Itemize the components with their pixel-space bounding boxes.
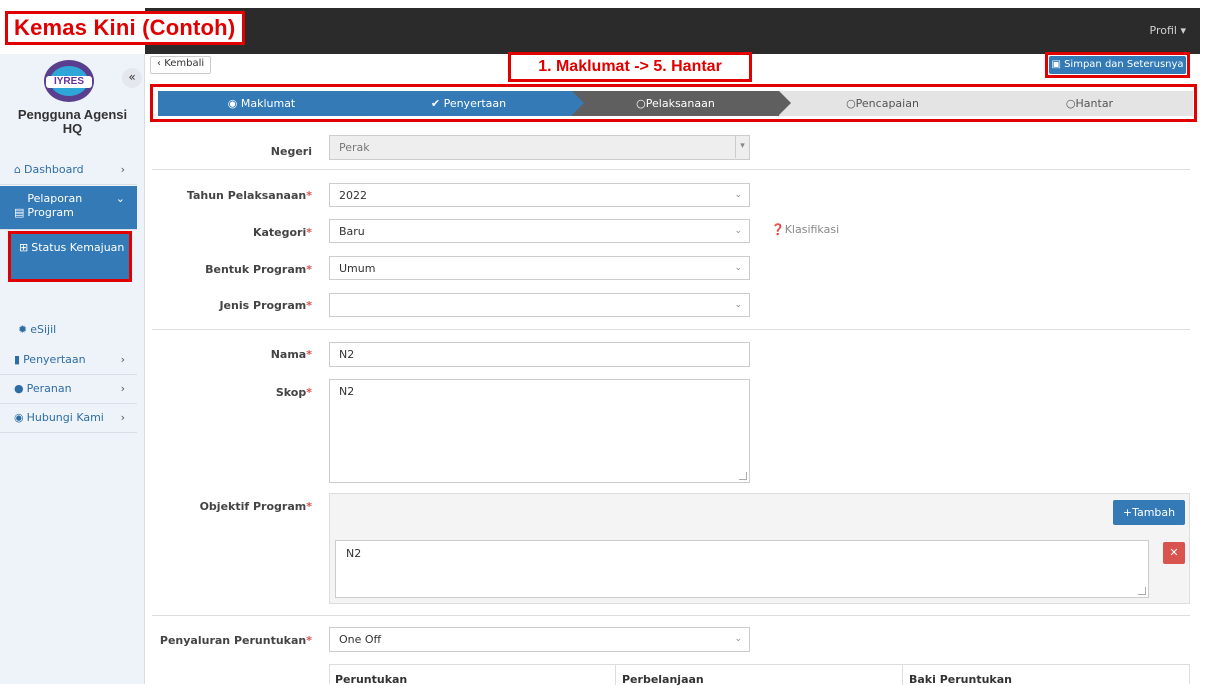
right-edge bbox=[1201, 8, 1207, 684]
step-pelaksanaan[interactable]: ○Pelaksanaan bbox=[572, 91, 791, 116]
step-penyertaan[interactable]: ✔ Penyertaan bbox=[365, 91, 584, 116]
divider bbox=[152, 169, 1190, 170]
penyaluran-peruntukan-label: Penyaluran Peruntukan* bbox=[159, 634, 312, 647]
sidebar-item-dashboard[interactable]: ⌂ Dashboard › bbox=[0, 157, 137, 185]
klasifikasi-link[interactable]: ❓Klasifikasi bbox=[771, 223, 839, 236]
annotation-title: Kemas Kini (Contoh) bbox=[14, 15, 236, 40]
plus-icon: + bbox=[1122, 506, 1133, 519]
circle-icon: ○ bbox=[636, 97, 646, 110]
chat-icon: ◉ bbox=[14, 411, 24, 424]
question-circle-icon: ❓ bbox=[771, 223, 785, 236]
negeri-label: Negeri bbox=[270, 145, 312, 158]
table-icon: ⊞ bbox=[19, 241, 29, 254]
iyres-logo: IYRES bbox=[44, 60, 94, 102]
chevron-down-icon: ⌄ bbox=[734, 263, 742, 273]
sidebar-item-esijil[interactable]: ✹ eSijil bbox=[0, 317, 137, 345]
column-header-perbelanjaan: Perbelanjaan bbox=[622, 673, 704, 686]
back-button[interactable]: ‹ Kembali bbox=[150, 56, 212, 74]
chevron-right-icon: › bbox=[120, 163, 125, 176]
annotation-steps-note: 1. Maklumat -> 5. Hantar bbox=[538, 58, 722, 75]
save-and-continue-button[interactable]: ▣ Simpan dan Seterusnya bbox=[1049, 56, 1186, 74]
annotation-title-box: Kemas Kini (Contoh) bbox=[5, 11, 245, 45]
floppy-disk-icon: ▣ bbox=[1051, 59, 1061, 70]
nama-label: Nama* bbox=[270, 348, 312, 361]
resize-handle-icon[interactable] bbox=[1138, 587, 1146, 595]
app-window: Profil ▾ Kemas Kini (Contoh) IYRES « Pen… bbox=[0, 0, 1207, 686]
step-hantar[interactable]: ○Hantar bbox=[986, 91, 1193, 116]
sidebar-collapse-button[interactable]: « bbox=[122, 68, 142, 88]
annotation-steps-box: 1. Maklumat -> 5. Hantar bbox=[508, 52, 752, 82]
chevron-down-icon: ⌄ bbox=[734, 226, 742, 236]
sidebar-item-hubungi-kami[interactable]: ◉ Hubungi Kami › bbox=[0, 405, 137, 433]
skop-textarea[interactable]: N2 bbox=[329, 379, 750, 483]
close-icon: ✕ bbox=[1169, 546, 1179, 559]
objektif-program-panel: +Tambah N2 ✕ bbox=[329, 493, 1190, 604]
circle-icon: ○ bbox=[1065, 97, 1076, 110]
resize-handle-icon[interactable] bbox=[739, 472, 747, 480]
tambah-button[interactable]: +Tambah bbox=[1113, 500, 1185, 525]
step-wizard: ◉ Maklumat ✔ Penyertaan ○Pelaksanaan ○Pe… bbox=[158, 91, 1193, 116]
bentuk-program-label: Bentuk Program* bbox=[205, 263, 312, 276]
chevron-down-icon: ⌄ bbox=[734, 190, 742, 200]
profile-menu[interactable]: Profil ▾ bbox=[1150, 24, 1186, 37]
divider bbox=[152, 615, 1190, 616]
home-icon: ⌂ bbox=[14, 163, 21, 176]
column-header-peruntukan: Peruntukan bbox=[335, 673, 408, 686]
jenis-program-label: Jenis Program* bbox=[219, 299, 312, 312]
jenis-program-select[interactable]: ⌄ bbox=[329, 293, 750, 317]
negeri-select[interactable]: Perak ▾ bbox=[329, 135, 750, 160]
certificate-icon: ✹ bbox=[18, 323, 28, 336]
kategori-select[interactable]: Baru ⌄ bbox=[329, 219, 750, 243]
objektif-textarea[interactable]: N2 bbox=[335, 540, 1149, 598]
tahun-pelaksanaan-label: Tahun Pelaksanaan* bbox=[186, 189, 312, 202]
user-name: Pengguna Agensi HQ bbox=[17, 107, 128, 136]
step-pencapaian[interactable]: ○Pencapaian bbox=[779, 91, 998, 116]
chevron-down-icon: ⌄ bbox=[734, 300, 742, 310]
peruntukan-table-header: Peruntukan Perbelanjaan Baki Peruntukan bbox=[329, 664, 1190, 686]
kategori-label: Kategori* bbox=[252, 226, 312, 239]
chevron-down-icon: ▾ bbox=[735, 136, 749, 158]
delete-objektif-button[interactable]: ✕ bbox=[1163, 542, 1185, 564]
chevron-left-icon: ‹ bbox=[157, 58, 161, 69]
step-maklumat[interactable]: ◉ Maklumat bbox=[158, 91, 377, 116]
document-icon: ▤ bbox=[14, 206, 25, 219]
tahun-pelaksanaan-select[interactable]: 2022 ⌄ bbox=[329, 183, 750, 207]
column-header-baki-peruntukan: Baki Peruntukan bbox=[909, 673, 1012, 686]
save-button-highlight: ▣ Simpan dan Seterusnya bbox=[1045, 52, 1190, 78]
chevron-down-icon: ⌄ bbox=[734, 634, 742, 644]
objektif-program-label: Objektif Program* bbox=[199, 500, 312, 513]
step-wizard-highlight: ◉ Maklumat ✔ Penyertaan ○Pelaksanaan ○Pe… bbox=[150, 84, 1197, 122]
nama-input[interactable]: N2 bbox=[329, 342, 750, 367]
divider bbox=[152, 329, 1190, 330]
bentuk-program-select[interactable]: Umum ⌄ bbox=[329, 256, 750, 280]
chevron-right-icon: › bbox=[120, 411, 125, 424]
play-circle-icon: ◉ bbox=[227, 97, 238, 110]
penyaluran-peruntukan-select[interactable]: One Off ⌄ bbox=[329, 627, 750, 652]
check-circle-icon: ✔ bbox=[430, 97, 441, 110]
circle-icon: ○ bbox=[846, 97, 856, 110]
skop-label: Skop* bbox=[275, 386, 312, 399]
